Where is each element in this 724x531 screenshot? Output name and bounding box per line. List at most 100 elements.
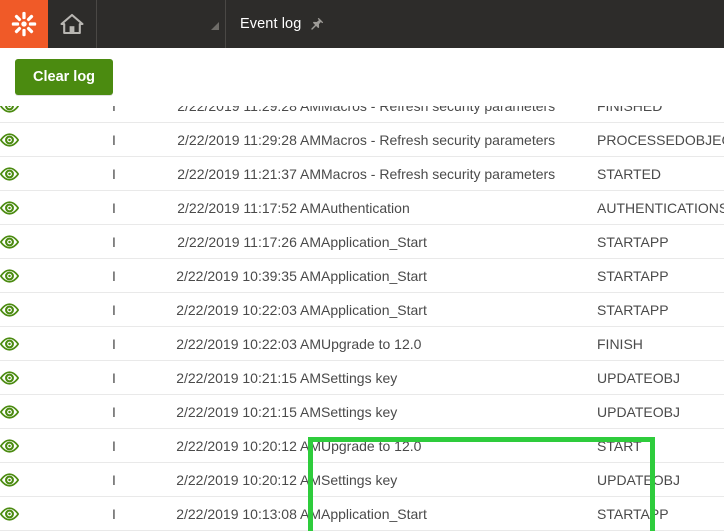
table-row[interactable]: I 2/22/2019 10:22:03 AM Upgrade to 12.0 FIN…	[0, 326, 724, 361]
event-source-cell: Settings key	[321, 394, 597, 429]
kentico-flower-logo-icon	[11, 11, 37, 37]
action-toolbar: Clear log	[0, 48, 724, 107]
event-type-cell: I	[112, 122, 164, 157]
eye-icon	[0, 200, 20, 215]
table-row[interactable]: I 2/22/2019 10:21:15 AM Settings key UPDATE…	[0, 360, 724, 395]
event-time-cell: 2/22/2019 10:22:03 AM	[164, 326, 321, 361]
table-row[interactable]: I2/22/2019 11:29:28 AMMacros - Refresh s…	[0, 122, 724, 157]
view-event-button[interactable]	[0, 106, 112, 123]
event-code-cell: PROCESSEDOBJECTS	[597, 122, 724, 157]
event-type-cell: I	[112, 224, 164, 259]
view-event-button[interactable]	[0, 326, 112, 361]
table-row[interactable]: I 2/22/2019 10:13:08 AM Application_Start S…	[0, 496, 724, 531]
view-event-button[interactable]	[0, 258, 112, 293]
table-row[interactable]: I 2/22/2019 10:20:12 AM Upgrade to 12.0 STA…	[0, 428, 724, 463]
event-log-table-body: I 2/22/2019 11:29:28 AM Macros - Refresh s…	[0, 106, 724, 531]
tab-event-log-label: Event log	[240, 16, 302, 32]
home-icon	[60, 13, 84, 35]
event-log-table: I 2/22/2019 11:29:28 AM Macros - Refresh s…	[0, 106, 724, 531]
event-source-cell: Macros - Refresh security parameters	[321, 156, 597, 191]
eye-icon	[0, 506, 20, 521]
event-type-cell: I	[112, 428, 164, 463]
event-type-cell: I	[112, 190, 164, 225]
kentico-logo-button[interactable]	[0, 0, 48, 48]
event-code-cell: UPDATEOBJ	[597, 360, 724, 395]
view-event-button[interactable]	[0, 156, 112, 191]
view-event-button[interactable]	[0, 496, 112, 531]
event-time-cell: 2/22/2019 10:22:03 AM	[164, 292, 321, 327]
view-event-button[interactable]	[0, 428, 112, 463]
view-event-button[interactable]	[0, 394, 112, 429]
event-code-cell: AUTHENTICATIONSUCC	[597, 190, 724, 225]
event-code-cell: FINISHED	[597, 106, 724, 123]
eye-icon	[0, 472, 20, 487]
event-time-cell: 2/22/2019 11:29:28 AM	[164, 122, 321, 157]
table-row[interactable]: I 2/22/2019 10:22:03 AM Application_Start S…	[0, 292, 724, 327]
tab-event-log[interactable]: Event log	[226, 0, 338, 48]
event-source-cell: Application_Start	[321, 496, 597, 531]
event-time-cell: 2/22/2019 10:21:15 AM	[164, 394, 321, 429]
view-event-button[interactable]	[0, 360, 112, 395]
event-source-cell: Upgrade to 12.0	[321, 428, 597, 463]
event-time-cell: 2/22/2019 10:20:12 AM	[164, 428, 321, 463]
event-source-cell: Macros - Refresh security parameters	[321, 106, 597, 123]
top-header-bar: Event log	[0, 0, 724, 48]
table-row[interactable]: I2/22/2019 11:29:28 AMMacros - Refresh s…	[0, 106, 724, 123]
eye-icon	[0, 234, 20, 249]
event-code-cell: STARTAPP	[597, 292, 724, 327]
view-event-button[interactable]	[0, 224, 112, 259]
event-code-cell: UPDATEOBJ	[597, 394, 724, 429]
eye-icon	[0, 438, 20, 453]
event-time-cell: 2/22/2019 10:13:08 AM	[164, 496, 321, 531]
view-event-button[interactable]	[0, 122, 112, 157]
event-log-grid[interactable]: I 2/22/2019 11:29:28 AM Macros - Refresh s…	[0, 106, 724, 531]
event-time-cell: 2/22/2019 11:21:37 AM	[164, 156, 321, 191]
event-source-cell: Settings key	[321, 462, 597, 497]
event-source-cell: Settings key	[321, 360, 597, 395]
event-type-cell: I	[112, 292, 164, 327]
event-code-cell: START	[597, 428, 724, 463]
eye-icon	[0, 166, 20, 181]
table-row[interactable]: I 2/22/2019 10:39:35 AM Application_Start S…	[0, 258, 724, 293]
event-source-cell: Application_Start	[321, 258, 597, 293]
event-type-cell: I	[112, 462, 164, 497]
event-time-cell: 2/22/2019 10:21:15 AM	[164, 360, 321, 395]
table-row[interactable]: I 2/22/2019 11:17:26 AM Application_Start S…	[0, 224, 724, 259]
event-type-cell: I	[112, 326, 164, 361]
eye-icon	[0, 336, 20, 351]
clear-log-button[interactable]: Clear log	[15, 59, 114, 95]
event-code-cell: STARTAPP	[597, 496, 724, 531]
event-type-cell: I	[112, 106, 164, 123]
event-time-cell: 2/22/2019 10:20:12 AM	[164, 462, 321, 497]
view-event-button[interactable]	[0, 190, 112, 225]
eye-icon	[0, 370, 20, 385]
event-code-cell: STARTED	[597, 156, 724, 191]
event-time-cell: 2/22/2019 11:17:26 AM	[164, 224, 321, 259]
event-source-cell: Application_Start	[321, 292, 597, 327]
table-row[interactable]: I 2/22/2019 10:21:15 AM Settings key UPDATE…	[0, 394, 724, 429]
view-event-button[interactable]	[0, 462, 112, 497]
table-row[interactable]: I 2/22/2019 11:17:52 AM Authentication AUTH…	[0, 190, 724, 225]
event-source-cell: Authentication	[321, 190, 597, 225]
view-event-button[interactable]	[0, 292, 112, 327]
pin-icon[interactable]	[309, 17, 324, 32]
event-time-cell: 2/22/2019 11:17:52 AM	[164, 190, 321, 225]
event-type-cell: I	[112, 258, 164, 293]
eye-icon	[0, 106, 19, 113]
event-type-cell: I	[112, 496, 164, 531]
event-code-cell: STARTAPP	[597, 224, 724, 259]
home-button[interactable]	[48, 0, 97, 48]
table-row[interactable]: I 2/22/2019 10:20:12 AM Settings key UPDATE…	[0, 462, 724, 497]
event-type-cell: I	[112, 394, 164, 429]
event-type-cell: I	[112, 156, 164, 191]
event-source-cell: Application_Start	[321, 224, 597, 259]
eye-icon	[0, 302, 20, 317]
event-source-cell: Upgrade to 12.0	[321, 326, 597, 361]
event-code-cell: STARTAPP	[597, 258, 724, 293]
event-time-cell: 2/22/2019 10:39:35 AM	[164, 258, 321, 293]
event-time-cell: 2/22/2019 11:29:28 AM	[164, 106, 321, 123]
resize-grip-icon[interactable]	[211, 22, 219, 30]
eye-icon	[0, 132, 20, 147]
table-row[interactable]: I 2/22/2019 11:21:37 AM Macros - Refresh s…	[0, 156, 724, 191]
event-type-cell: I	[112, 360, 164, 395]
